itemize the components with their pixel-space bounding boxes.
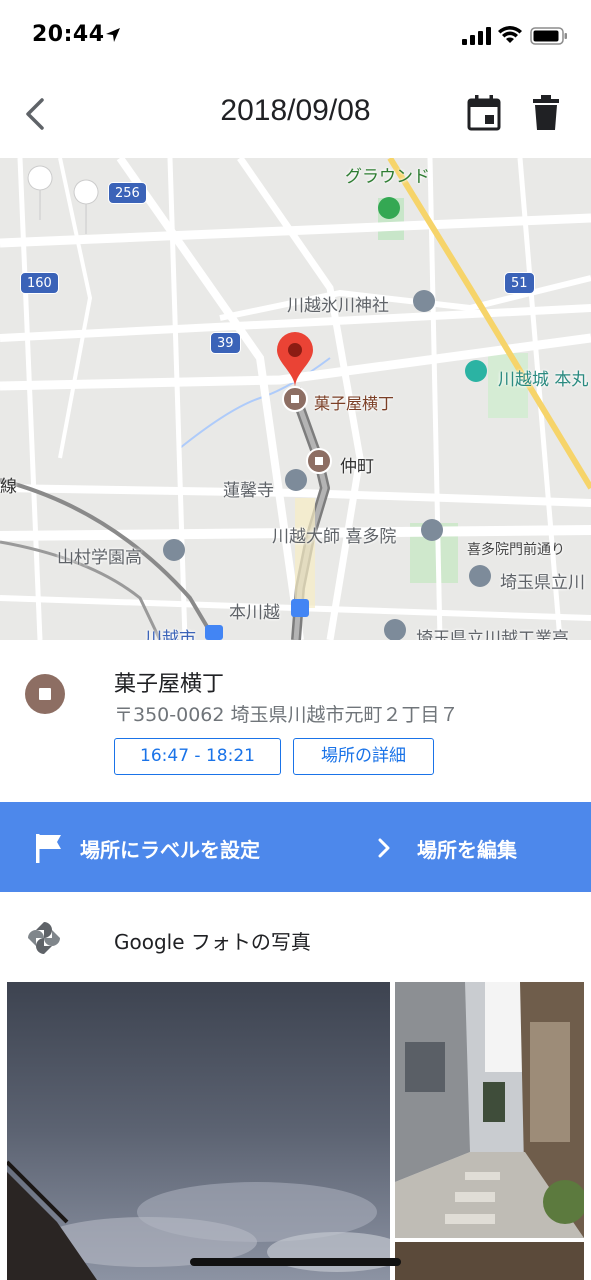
place-details-chip[interactable]: 場所の詳細 <box>293 738 434 775</box>
route-shield-160: 160 <box>20 272 59 294</box>
map-label-saitama-kenritsu2: 埼玉県立川越工業高 <box>416 629 569 640</box>
photos-section-title: Google フォトの写真 <box>114 930 311 954</box>
delete-button[interactable] <box>530 94 562 132</box>
map-label-nakacho: 仲町 <box>340 457 374 477</box>
map-label-castle: 川越城 本丸 <box>498 370 589 390</box>
map-label-shrine: 川越氷川神社 <box>287 296 389 316</box>
map-label-renkeiji: 蓮馨寺 <box>223 481 274 501</box>
header: 2018/09/08 <box>0 70 591 158</box>
place-name: 菓子屋横丁 <box>114 672 225 697</box>
photo-thumbnail-sky[interactable] <box>7 982 390 1280</box>
wifi-icon <box>498 26 522 43</box>
home-indicator <box>190 1258 401 1266</box>
route-shield-256: 256 <box>108 182 147 204</box>
flag-icon <box>36 834 61 863</box>
map-label-saitama-kenritsu: 埼玉県立川 <box>500 573 585 593</box>
set-label-button[interactable]: 場所にラベルを設定 <box>0 802 340 892</box>
trash-icon <box>533 95 559 130</box>
status-time: 20:44 <box>32 22 105 47</box>
time-range-chip[interactable]: 16:47 - 18:21 <box>114 738 281 775</box>
map-label-line: 線 <box>0 477 17 497</box>
set-label-text: 場所にラベルを設定 <box>80 838 260 862</box>
sky-photo-image <box>7 982 390 1280</box>
map-view[interactable]: グラウンド 川越氷川神社 川越城 本丸 菓子屋横丁 仲町 蓮馨寺 川越大師 喜多… <box>0 158 591 640</box>
photo-thumbnail-alley[interactable] <box>395 982 584 1238</box>
map-label-kashiya: 菓子屋横丁 <box>314 394 395 413</box>
photo-thumbnail-shop[interactable] <box>395 1242 584 1280</box>
map-label-kitain-gate: 喜多院門前通り <box>467 542 565 558</box>
map-label-yamamura: 山村学園高 <box>57 548 142 568</box>
place-address: 〒350-0062 埼玉県川越市元町２丁目７ <box>114 704 459 726</box>
page-title: 2018/09/08 <box>220 94 371 127</box>
cellular-signal-icon <box>462 27 491 45</box>
map-label-honkawagoe: 本川越 <box>229 603 280 623</box>
place-info: 菓子屋横丁 〒350-0062 埼玉県川越市元町２丁目７ 16:47 - 18:… <box>0 640 591 802</box>
alley-photo-image <box>395 982 584 1238</box>
calendar-button[interactable] <box>466 94 502 132</box>
status-bar: 20:44 <box>0 0 591 70</box>
battery-icon <box>530 27 567 45</box>
calendar-icon <box>467 95 501 131</box>
map-label-kawagoeshi: 川越市 <box>145 629 196 640</box>
place-marker-icon <box>25 674 65 714</box>
route-shield-51: 51 <box>504 272 535 294</box>
map-label-ground: グラウンド <box>345 167 430 187</box>
route-shield-39: 39 <box>210 332 241 354</box>
chevron-right-icon <box>378 838 390 858</box>
edit-place-text: 場所を編集 <box>417 838 517 862</box>
google-photos-icon <box>28 922 60 954</box>
photos-section-header: Google フォトの写真 <box>0 892 591 982</box>
location-arrow-icon <box>106 28 120 42</box>
action-bar: 場所にラベルを設定 場所を編集 <box>0 802 591 892</box>
map-label-kitain: 川越大師 喜多院 <box>272 527 397 547</box>
